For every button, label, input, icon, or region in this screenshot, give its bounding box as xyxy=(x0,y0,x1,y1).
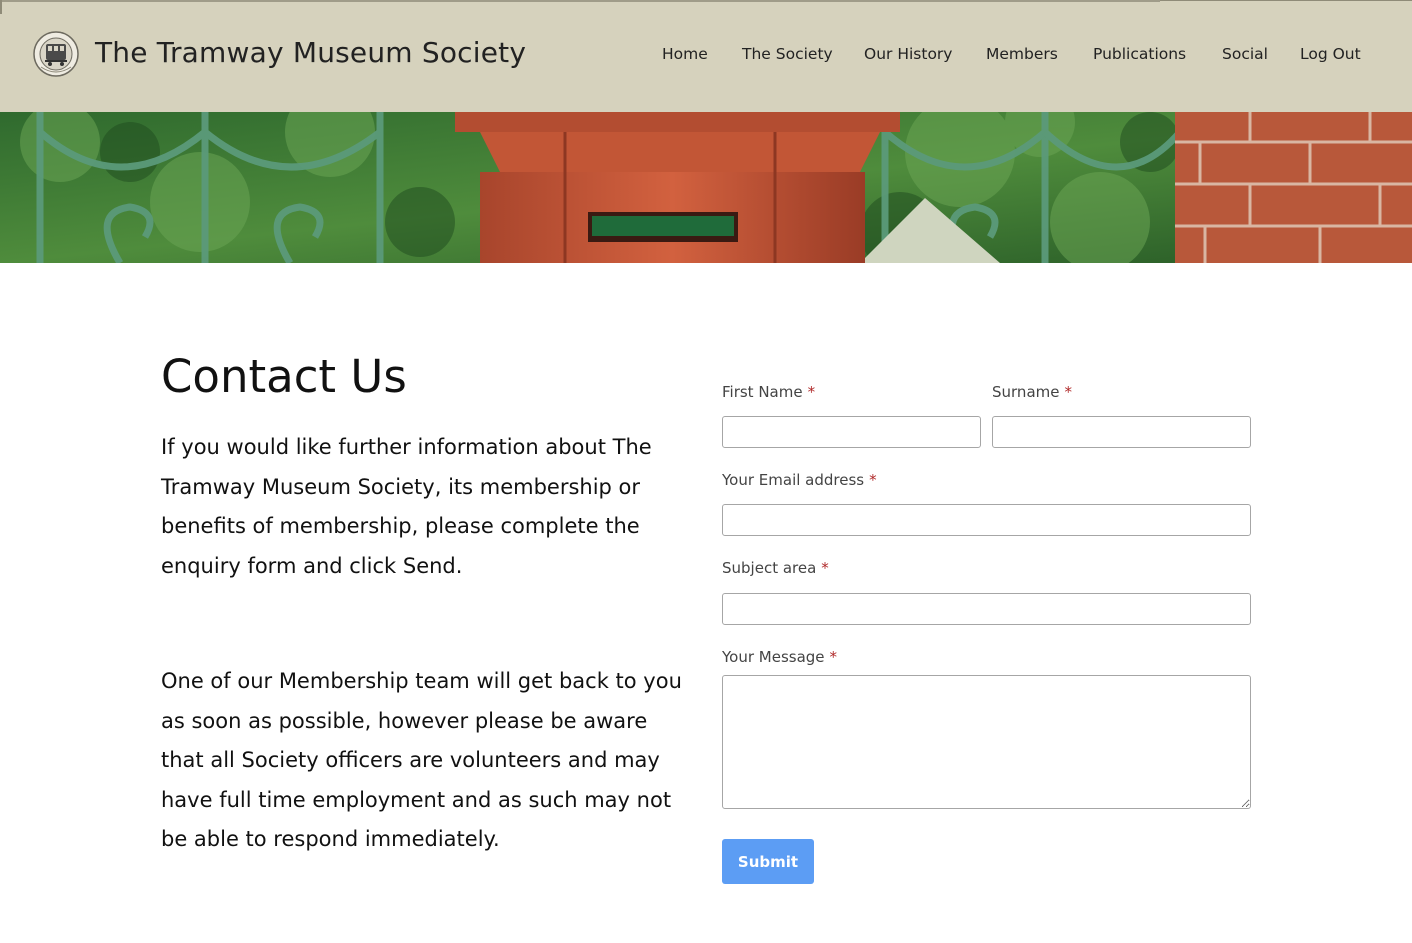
subject-label-text: Subject area xyxy=(722,559,817,577)
header-top-border xyxy=(0,0,1160,2)
page-title: Contact Us xyxy=(161,350,407,403)
submit-button[interactable]: Submit xyxy=(722,839,814,884)
message-field[interactable] xyxy=(722,675,1251,809)
message-label: Your Message * xyxy=(722,648,837,666)
nav-log-out[interactable]: Log Out xyxy=(1300,45,1361,63)
first-name-field[interactable] xyxy=(722,416,981,448)
required-marker: * xyxy=(807,383,816,401)
message-label-text: Your Message xyxy=(722,648,825,666)
postbox-banner-image xyxy=(0,112,1412,263)
email-label: Your Email address * xyxy=(722,471,877,489)
required-marker: * xyxy=(829,648,838,666)
required-marker: * xyxy=(821,559,829,577)
first-name-label-text: First Name xyxy=(722,383,803,401)
surname-label: Surname * xyxy=(992,383,1072,401)
header-corner-mark xyxy=(0,0,2,14)
email-field[interactable] xyxy=(722,504,1251,536)
banner-illustration xyxy=(0,112,1412,263)
intro-paragraph: If you would like further information ab… xyxy=(161,435,652,578)
required-marker: * xyxy=(1064,383,1072,401)
main-nav: Home The Society Our History Members Pub… xyxy=(0,45,1412,67)
subject-field[interactable] xyxy=(722,593,1251,625)
surname-label-text: Surname xyxy=(992,383,1060,401)
first-name-label: First Name * xyxy=(722,383,815,401)
nav-social[interactable]: Social xyxy=(1222,45,1268,63)
nav-our-history[interactable]: Our History xyxy=(864,45,952,63)
response-paragraph: One of our Membership team will get back… xyxy=(161,669,682,851)
nav-the-society[interactable]: The Society xyxy=(742,45,833,63)
nav-members[interactable]: Members xyxy=(986,45,1058,63)
nav-home[interactable]: Home xyxy=(662,45,708,63)
surname-field[interactable] xyxy=(992,416,1251,448)
subject-label: Subject area * xyxy=(722,559,829,577)
email-label-text: Your Email address xyxy=(722,471,865,489)
nav-publications[interactable]: Publications xyxy=(1093,45,1186,63)
required-marker: * xyxy=(869,471,877,489)
site-header: The Tramway Museum Society Home The Soci… xyxy=(0,0,1412,112)
